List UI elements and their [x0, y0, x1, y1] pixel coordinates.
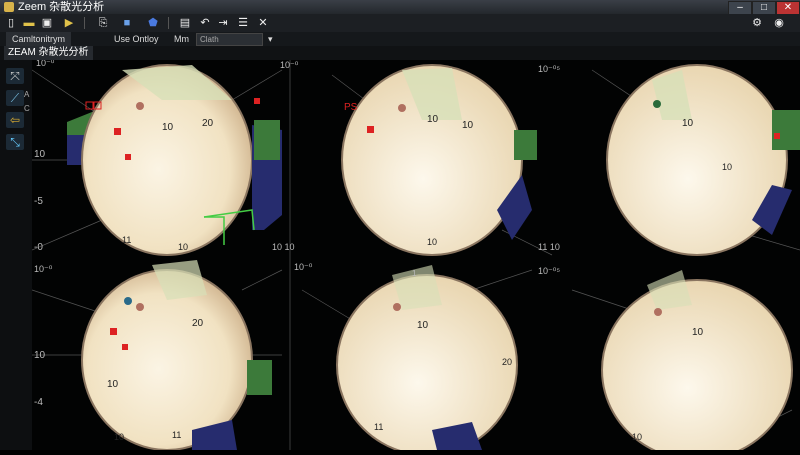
axis-label: 1 — [412, 269, 417, 278]
axis-label-a: A — [24, 90, 30, 99]
plot-label: 11 — [122, 235, 131, 245]
ruler-tool-icon[interactable]: ⟋ — [6, 90, 24, 106]
plot-bottom-right[interactable]: 10 10 — [601, 270, 793, 455]
green-region — [247, 360, 272, 395]
marker[interactable] — [124, 297, 132, 305]
marker[interactable] — [653, 100, 661, 108]
help-icon[interactable]: ◉ — [772, 16, 786, 30]
disk — [601, 279, 793, 455]
axis-label: 10 10 — [272, 242, 295, 252]
tab-bar: ZEAM 杂散光分析 — [0, 46, 800, 60]
marker[interactable] — [125, 154, 131, 160]
axis-label: 10⁻⁰⁵ — [538, 64, 560, 74]
plot-top-left[interactable]: 10 20 11 10 — [67, 64, 282, 256]
plots-canvas[interactable]: 10 20 11 10 PS 10 10 10 10 10 20 10 10 1… — [31, 58, 800, 455]
marker[interactable] — [136, 303, 144, 311]
save-icon[interactable]: ▣ — [40, 16, 54, 30]
marker[interactable] — [398, 104, 406, 112]
app-icon — [4, 2, 14, 12]
marker[interactable] — [654, 308, 662, 316]
new-file-icon[interactable]: ▯ — [4, 16, 18, 30]
plot-label: 11 — [374, 422, 383, 432]
undo-icon[interactable]: ↶ — [198, 16, 212, 30]
axis-label: 10 — [34, 149, 46, 160]
minimize-button[interactable]: – — [728, 1, 752, 15]
axis-label: 10⁻⁰ — [36, 60, 55, 68]
shape-tool-icon[interactable]: ⤡ — [6, 134, 24, 150]
marker[interactable] — [367, 126, 374, 133]
marker[interactable] — [136, 102, 144, 110]
marker[interactable] — [122, 344, 128, 350]
axis-label: 11 10 — [538, 242, 560, 252]
plot-label: 20 — [192, 318, 204, 329]
plot-label: 20 — [202, 118, 214, 129]
run-icon[interactable]: ▶ — [62, 16, 76, 30]
plot-label: 20 — [502, 357, 512, 367]
ps-label: PS — [344, 102, 358, 113]
plot-label: 10 — [682, 118, 694, 129]
green-region — [772, 110, 800, 150]
plot-label: 10 — [427, 237, 437, 247]
marker[interactable] — [114, 128, 121, 135]
green-region — [514, 130, 537, 160]
plot-label: 10 — [417, 320, 429, 331]
axis-label: -5 — [34, 196, 43, 207]
copy-icon[interactable]: ⎘ — [96, 16, 110, 30]
plot-top-right[interactable]: 10 10 — [606, 64, 800, 256]
redo-icon[interactable]: ⇥ — [216, 16, 230, 30]
arrow-tool-icon[interactable]: ⇦ — [6, 112, 24, 128]
window-title: Zeem 杂散光分析 — [18, 1, 105, 13]
plot-label: 10 — [722, 162, 732, 172]
plot-label: 11 — [172, 430, 181, 440]
menu-mm[interactable]: Mm — [174, 32, 189, 46]
marker[interactable] — [393, 303, 401, 311]
disk — [606, 64, 788, 256]
list-icon[interactable]: ☰ — [236, 16, 250, 30]
marker[interactable] — [774, 133, 780, 139]
selection-field[interactable]: Clath — [196, 33, 263, 46]
close-icon[interactable]: ✕ — [256, 16, 270, 30]
plot-label: 10 — [427, 114, 439, 125]
plot-bottom-middle[interactable]: 10 20 11 — [336, 265, 518, 455]
axis-label: -0 — [34, 242, 43, 253]
plot-label: 10 — [692, 327, 704, 338]
close-window-button[interactable]: ✕ — [776, 1, 800, 15]
axis-label-c: C — [24, 104, 30, 113]
axis-label: 10⁻⁰⁵ — [538, 266, 560, 276]
axis-label: 10⁻⁰ — [294, 262, 313, 272]
green-region — [254, 120, 280, 160]
cursor-tool-icon[interactable]: ⤧ — [6, 68, 24, 84]
title-bar: Zeem 杂散光分析 – □ ✕ — [0, 0, 800, 15]
plot-top-middle[interactable]: PS 10 10 10 — [341, 64, 537, 256]
marker[interactable] — [110, 328, 117, 335]
menu-use-ontology[interactable]: Use Ontloy — [114, 32, 159, 46]
left-toolbar: ⤧ ⟋ ⇦ ⤡ A C — [0, 60, 32, 450]
marker[interactable] — [254, 98, 260, 104]
plot-label: 10 — [632, 432, 642, 442]
open-folder-icon[interactable]: ▬ — [22, 16, 36, 30]
dropdown-icon[interactable]: ▾ — [268, 32, 273, 46]
layers-icon[interactable]: ■ — [120, 16, 134, 30]
axis-label: 10⁻⁰ — [34, 264, 53, 274]
axis-label: -4 — [34, 397, 43, 408]
maximize-button[interactable]: □ — [752, 1, 776, 15]
settings-icon[interactable]: ⚙ — [750, 16, 764, 30]
plot-label: 10 — [462, 120, 474, 131]
tab-stray-light-analysis[interactable]: ZEAM 杂散光分析 — [4, 46, 93, 60]
menu-bar: Camltonitrym Use Ontloy Mm Clath ▾ — [0, 32, 800, 46]
plot-label: 10 — [114, 432, 124, 442]
workspace-tab[interactable]: Camltonitrym — [6, 32, 72, 46]
axis-label: 10 — [34, 350, 46, 361]
analysis-viewport[interactable]: 10 20 11 10 PS 10 10 10 10 10 20 10 10 1… — [31, 58, 800, 455]
plot-label: 10 — [178, 242, 188, 252]
plot-label: 10 — [162, 122, 174, 133]
shield-icon[interactable]: ⬟ — [146, 16, 160, 30]
document-icon[interactable]: ▤ — [178, 16, 192, 30]
plot-label: 10 — [107, 379, 119, 390]
plot-bottom-left[interactable]: 20 10 10 11 — [81, 260, 272, 451]
toolbar: ▯ ▬ ▣ ▶ ⎘ ■ ⬟ ▤ ↶ ⇥ ☰ ✕ ⚙ ◉ — [0, 14, 800, 32]
axis-label: 10⁻⁰ — [280, 60, 299, 70]
